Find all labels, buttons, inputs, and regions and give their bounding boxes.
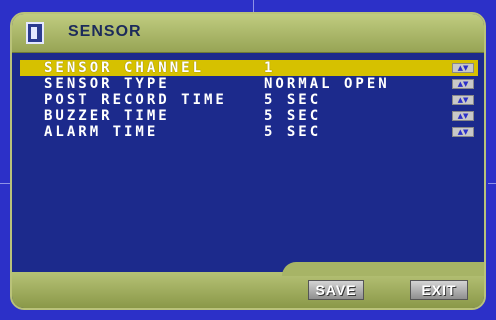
title-bar: SENSOR	[12, 14, 484, 53]
sensor-menu-icon	[26, 22, 44, 44]
setting-label: BUZZER TIME	[44, 108, 170, 124]
up-down-arrows-icon[interactable]: ▲▼	[452, 95, 474, 105]
exit-button[interactable]: EXIT	[410, 280, 468, 300]
save-button[interactable]: SAVE	[308, 280, 364, 300]
setting-value: 5 SEC	[264, 92, 322, 108]
setting-row-alarm-time[interactable]: ALARM TIME 5 SEC ▲▼	[20, 124, 478, 140]
setting-value: 1	[264, 60, 276, 76]
footer-tab	[282, 262, 484, 276]
setting-row-buzzer-time[interactable]: BUZZER TIME 5 SEC ▲▼	[20, 108, 478, 124]
settings-list: SENSOR CHANNEL 1 ▲▼ SENSOR TYPE NORMAL O…	[12, 52, 484, 274]
page-title: SENSOR	[68, 23, 142, 40]
crosshair-line	[0, 183, 10, 184]
up-down-arrows-icon[interactable]: ▲▼	[452, 127, 474, 137]
up-down-arrows-icon[interactable]: ▲▼	[452, 79, 474, 89]
setting-row-sensor-channel[interactable]: SENSOR CHANNEL 1 ▲▼	[20, 60, 478, 76]
setting-value: 5 SEC	[264, 108, 322, 124]
setting-label: SENSOR CHANNEL	[44, 60, 205, 76]
setting-label: SENSOR TYPE	[44, 76, 170, 92]
setting-value: NORMAL OPEN	[264, 76, 390, 92]
up-down-arrows-icon[interactable]: ▲▼	[452, 63, 474, 73]
crosshair-line	[488, 183, 496, 184]
footer-bar: SAVE EXIT	[12, 262, 484, 308]
up-down-arrows-icon[interactable]: ▲▼	[452, 111, 474, 121]
setting-label: ALARM TIME	[44, 124, 159, 140]
setting-row-sensor-type[interactable]: SENSOR TYPE NORMAL OPEN ▲▼	[20, 76, 478, 92]
setting-label: POST RECORD TIME	[44, 92, 227, 108]
setting-row-post-record-time[interactable]: POST RECORD TIME 5 SEC ▲▼	[20, 92, 478, 108]
setting-value: 5 SEC	[264, 124, 322, 140]
sensor-settings-window: SENSOR SENSOR CHANNEL 1 ▲▼ SENSOR TYPE N…	[10, 12, 486, 310]
